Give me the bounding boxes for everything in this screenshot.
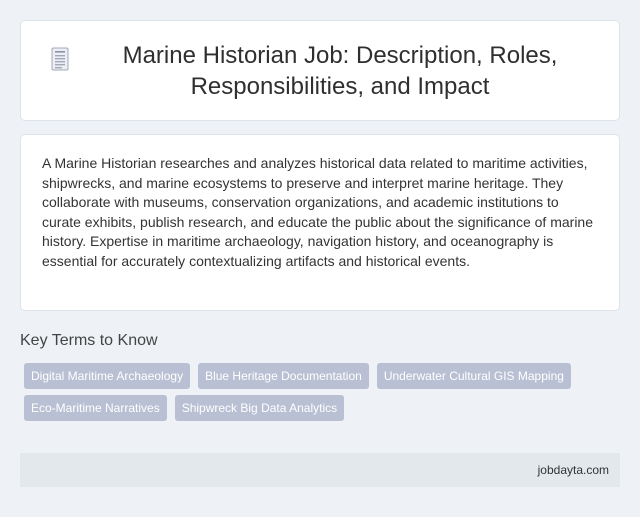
tag-eco-maritime-narratives[interactable]: Eco-Maritime Narratives — [24, 395, 167, 421]
key-terms-heading: Key Terms to Know — [20, 332, 158, 349]
tag-blue-heritage-documentation[interactable]: Blue Heritage Documentation — [198, 363, 369, 389]
title-card: Marine Historian Job: Description, Roles… — [20, 20, 620, 121]
tag-digital-maritime-archaeology[interactable]: Digital Maritime Archaeology — [24, 363, 191, 389]
page-title: Marine Historian Job: Description, Roles… — [122, 41, 558, 100]
title-row: Marine Historian Job: Description, Roles… — [51, 40, 589, 102]
footer: jobdayta.com — [20, 453, 620, 487]
key-terms-tags: Digital Maritime Archaeology Blue Herita… — [20, 363, 600, 427]
tag-shipwreck-big-data-analytics[interactable]: Shipwreck Big Data Analytics — [174, 395, 345, 421]
description-card: A Marine Historian researches and analyz… — [20, 134, 620, 311]
description-text: A Marine Historian researches and analyz… — [42, 155, 594, 269]
document-icon — [51, 47, 69, 70]
footer-site-link[interactable]: jobdayta.com — [538, 463, 609, 477]
tag-underwater-cultural-gis-mapping[interactable]: Underwater Cultural GIS Mapping — [376, 363, 571, 389]
